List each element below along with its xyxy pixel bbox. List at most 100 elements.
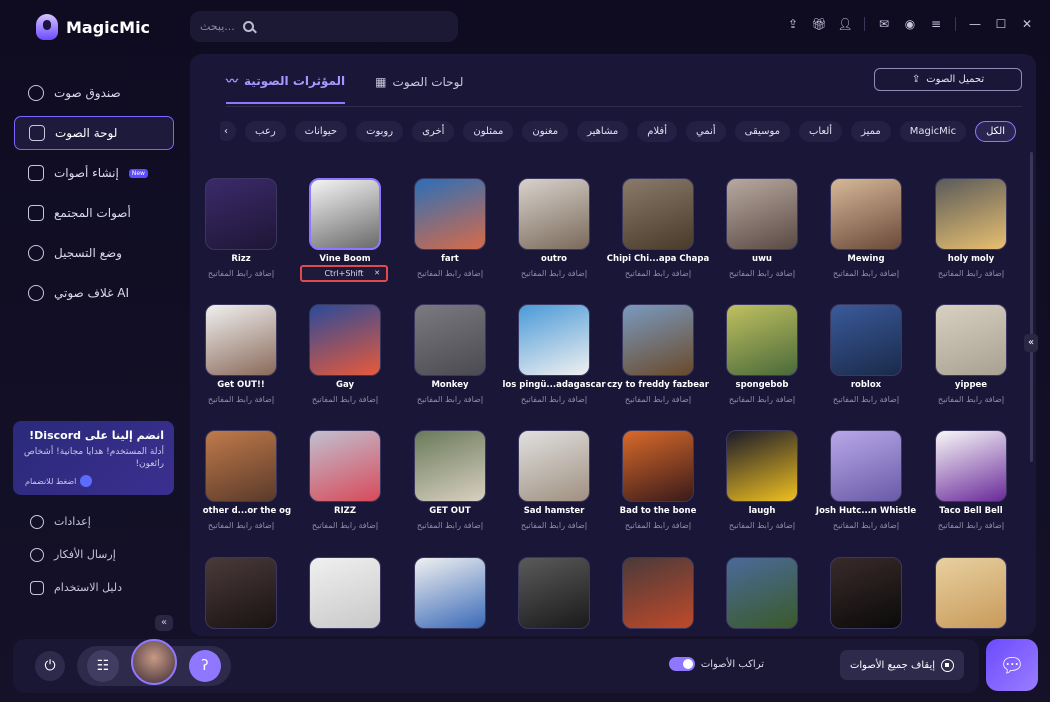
power-button[interactable]: ⏻ xyxy=(35,651,65,681)
sidebar-item-create-voices[interactable]: إنشاء أصوات New xyxy=(14,156,174,190)
expand-panel-icon[interactable]: « xyxy=(1024,334,1038,352)
sound-card[interactable]: Monkey إضافة رابط المفاتيح xyxy=(398,304,502,404)
sound-card[interactable] xyxy=(398,557,502,629)
category-chip[interactable]: مشاهير xyxy=(577,120,629,142)
upload-icon[interactable]: ⇪ xyxy=(786,17,800,31)
chevron-left-icon[interactable]: ‹ xyxy=(220,121,237,141)
hotkey-hint[interactable]: إضافة رابط المفاتيح xyxy=(203,269,293,278)
sound-thumbnail[interactable] xyxy=(830,304,902,376)
search-input[interactable]: ...يبحث xyxy=(190,11,458,42)
sound-card[interactable]: another d...or the og إضافة رابط المفاتيح xyxy=(203,430,293,530)
hotkey-hint[interactable]: إضافة رابط المفاتيح xyxy=(710,269,814,278)
sound-thumbnail[interactable] xyxy=(726,430,798,502)
discord-join[interactable]: اضغط للانضمام xyxy=(25,475,93,487)
upload-sound-button[interactable]: ⇪ تحميل الصوت xyxy=(874,68,1022,91)
mail-icon[interactable]: ✉ xyxy=(877,17,891,31)
hotkey-hint[interactable]: إضافة رابط المفاتيح xyxy=(814,395,918,404)
hotkey-hint[interactable]: إضافة رابط المفاتيح xyxy=(293,395,397,404)
category-chip[interactable]: أنمي xyxy=(685,120,726,142)
hotkey-hint[interactable]: إضافة رابط المفاتيح xyxy=(398,269,502,278)
sound-thumbnail[interactable] xyxy=(309,557,381,629)
hotkey-hint[interactable]: إضافة رابط المفاتيح xyxy=(502,395,606,404)
menu-icon[interactable]: ≡ xyxy=(929,17,943,31)
sound-card[interactable]: czy to freddy fazbear إضافة رابط المفاتيح xyxy=(606,304,710,404)
minimize-icon[interactable]: — xyxy=(968,17,982,31)
hotkey-hint[interactable]: إضافة رابط المفاتيح xyxy=(919,269,1023,278)
sound-card[interactable] xyxy=(203,557,293,629)
hotkey-hint[interactable]: إضافة رابط المفاتيح xyxy=(710,521,814,530)
hotkey-hint[interactable]: إضافة رابط المفاتيح xyxy=(814,521,918,530)
sound-thumbnail[interactable] xyxy=(830,557,902,629)
sound-card[interactable] xyxy=(919,557,1023,629)
hotkey-hint[interactable]: إضافة رابط المفاتيح xyxy=(502,521,606,530)
category-chip[interactable]: أفلام xyxy=(637,120,677,142)
sound-card[interactable]: laugh إضافة رابط المفاتيح xyxy=(710,430,814,530)
gift-icon[interactable]: 🎁︎ xyxy=(811,17,826,31)
equalizer-button[interactable]: ☷ xyxy=(87,650,119,682)
sound-card[interactable]: Taco Bell Bell إضافة رابط المفاتيح xyxy=(919,430,1023,530)
overlap-toggle[interactable] xyxy=(668,657,695,671)
category-chip[interactable]: ألعاب xyxy=(798,120,843,142)
hotkey-hint[interactable]: إضافة رابط المفاتيح xyxy=(203,521,293,530)
user-icon[interactable]: 👤︎ xyxy=(837,17,852,31)
sound-card[interactable] xyxy=(502,557,606,629)
hotkey-hint[interactable]: إضافة رابط المفاتيح xyxy=(203,395,293,404)
sound-card[interactable] xyxy=(710,557,814,629)
sound-card[interactable]: Chipi Chi...apa Chapa إضافة رابط المفاتيح xyxy=(606,178,710,278)
sound-card[interactable] xyxy=(606,557,710,629)
discord-banner[interactable]: انضم إلينا على Discord! أدلة المستخدم! ه… xyxy=(13,421,174,495)
category-chip[interactable]: ممثلون xyxy=(463,120,514,142)
hotkey-hint[interactable]: إضافة رابط المفاتيح xyxy=(398,521,502,530)
user-guide-item[interactable]: دليل الاستخدام xyxy=(14,571,174,604)
category-chip[interactable]: حيوانات xyxy=(294,120,348,142)
sound-thumbnail[interactable] xyxy=(726,304,798,376)
hear-myself-button[interactable]: ʔ xyxy=(189,650,221,682)
hotkey-hint[interactable]: إضافة رابط المفاتيح xyxy=(919,521,1023,530)
hotkey-hint[interactable]: إضافة رابط المفاتيح xyxy=(293,521,397,530)
sound-thumbnail[interactable] xyxy=(935,304,1007,376)
category-chip[interactable]: مغنون xyxy=(522,120,569,142)
scrollbar[interactable] xyxy=(1030,152,1033,462)
tab-sound-effects[interactable]: 〰 المؤثرات الصوتية xyxy=(226,72,346,104)
sound-card[interactable]: Rizz إضافة رابط المفاتيح xyxy=(203,178,293,278)
hotkey-hint[interactable]: إضافة رابط المفاتيح xyxy=(919,395,1023,404)
sidebar-item-record-mode[interactable]: وضع التسجيل xyxy=(14,236,174,270)
category-chip[interactable]: الكل xyxy=(975,120,1016,142)
category-chip[interactable]: موسيقى xyxy=(734,120,790,142)
sound-card[interactable]: RIZZ إضافة رابط المفاتيح xyxy=(293,430,397,530)
sound-card[interactable]: holy moly إضافة رابط المفاتيح xyxy=(919,178,1023,278)
sound-thumbnail[interactable] xyxy=(414,430,486,502)
stop-all-sounds-button[interactable]: إيقاف جميع الأصوات xyxy=(840,650,964,680)
sound-thumbnail[interactable] xyxy=(518,178,590,250)
sound-card[interactable] xyxy=(293,557,397,629)
sound-card[interactable]: Vine BoomCtrl+Shift✕+♡ xyxy=(293,178,397,282)
hotkey-hint[interactable]: إضافة رابط المفاتيح xyxy=(398,395,502,404)
sound-card[interactable]: GET OUT إضافة رابط المفاتيح xyxy=(398,430,502,530)
sound-card[interactable]: roblox إضافة رابط المفاتيح xyxy=(814,304,918,404)
hotkey-hint[interactable]: إضافة رابط المفاتيح xyxy=(606,269,710,278)
sound-thumbnail[interactable] xyxy=(830,430,902,502)
sound-thumbnail[interactable] xyxy=(622,430,694,502)
sidebar-item-soundboard[interactable]: لوحة الصوت xyxy=(14,116,174,150)
hotkey-field[interactable]: Ctrl+Shift ✕ xyxy=(300,265,388,282)
sound-thumbnail[interactable] xyxy=(414,178,486,250)
maximize-icon[interactable]: ☐ xyxy=(994,17,1008,31)
sound-thumbnail[interactable] xyxy=(726,557,798,629)
category-chip[interactable]: MagicMic xyxy=(899,120,967,142)
sound-thumbnail[interactable] xyxy=(622,557,694,629)
sound-thumbnail[interactable] xyxy=(414,304,486,376)
close-icon[interactable]: ✕ xyxy=(1020,17,1034,31)
sound-thumbnail[interactable] xyxy=(309,430,381,502)
sound-thumbnail[interactable] xyxy=(518,304,590,376)
sound-card[interactable] xyxy=(814,557,918,629)
tab-soundboards[interactable]: ▦ لوحات الصوت xyxy=(375,72,463,104)
voice-avatar[interactable] xyxy=(131,639,177,685)
sidebar-item-voice-changer[interactable]: صندوق صوت xyxy=(14,76,174,110)
sound-thumbnail[interactable] xyxy=(205,304,277,376)
sidebar-item-community-voices[interactable]: أصوات المجتمع xyxy=(14,196,174,230)
discord-icon[interactable]: ◉ xyxy=(903,17,917,31)
sound-thumbnail[interactable] xyxy=(414,557,486,629)
sound-thumbnail[interactable] xyxy=(309,178,381,250)
collapse-sidebar-icon[interactable]: « xyxy=(155,615,173,631)
sound-thumbnail[interactable] xyxy=(205,430,277,502)
